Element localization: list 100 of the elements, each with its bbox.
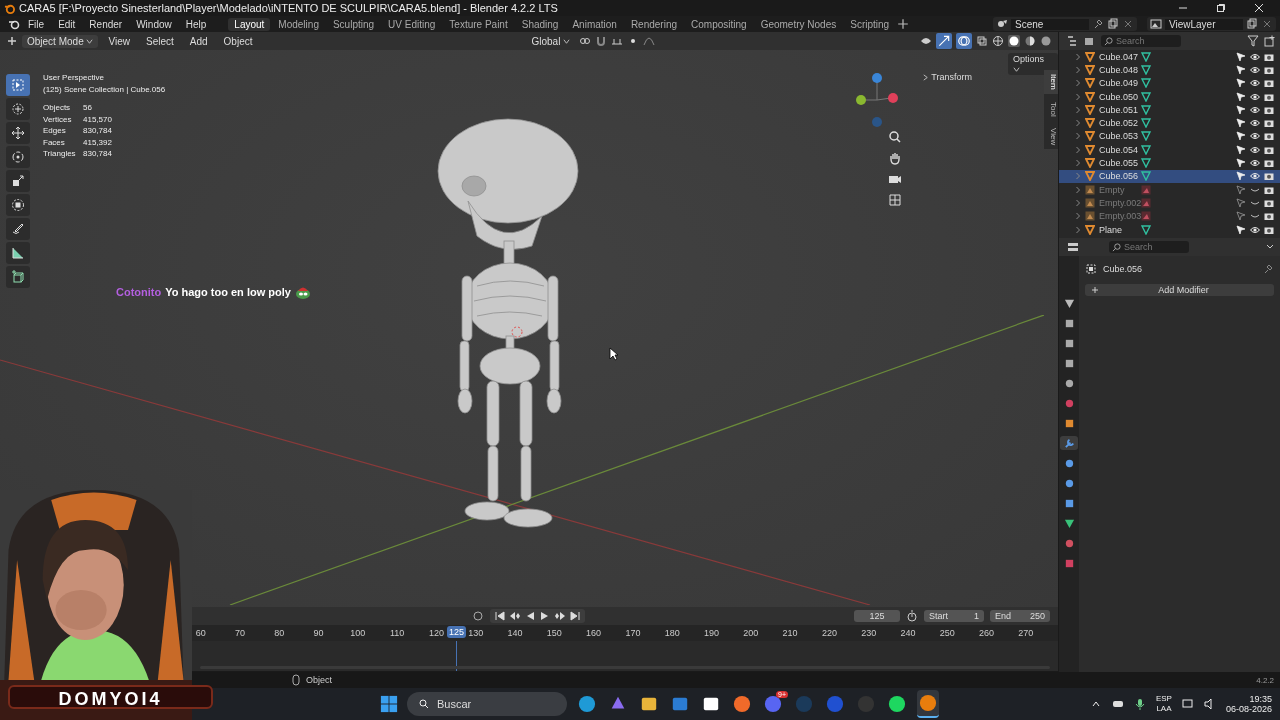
eye-icon[interactable]: [1250, 224, 1260, 235]
workspace-tab[interactable]: Rendering: [624, 17, 684, 31]
camera-icon[interactable]: [1264, 158, 1274, 168]
tool-button[interactable]: [6, 170, 30, 192]
filter-icon[interactable]: [1247, 35, 1259, 47]
workspace-tab[interactable]: Layout: [228, 17, 271, 31]
pin-icon[interactable]: [1092, 18, 1104, 30]
network-icon[interactable]: [1181, 698, 1194, 710]
xray-icon[interactable]: [976, 35, 988, 47]
editor-type-icon[interactable]: [1067, 241, 1079, 253]
eye-icon[interactable]: [1250, 131, 1260, 142]
jump-end-icon[interactable]: [569, 610, 581, 622]
eye-icon[interactable]: [1250, 104, 1260, 115]
menu-item[interactable]: Window: [130, 18, 178, 30]
outliner-row[interactable]: Empty.002: [1059, 196, 1280, 210]
workspace-tab[interactable]: Compositing: [685, 17, 753, 31]
outliner-row[interactable]: Cube.050: [1059, 89, 1280, 104]
material-shading-icon[interactable]: [1024, 35, 1036, 47]
stopwatch-icon[interactable]: [906, 610, 918, 622]
workspace-tab[interactable]: Texture Paint: [443, 17, 514, 31]
image-icon[interactable]: [1150, 18, 1162, 30]
tool-button[interactable]: [6, 98, 30, 120]
playhead-frame[interactable]: 125: [447, 626, 467, 638]
sidebar-tab[interactable]: Item: [1044, 70, 1058, 94]
solid-shading-icon[interactable]: [1008, 35, 1020, 47]
menu-item[interactable]: Edit: [52, 18, 82, 30]
overlay-toggle-icon[interactable]: [956, 33, 972, 49]
eye-icon[interactable]: [1250, 171, 1260, 182]
outliner-row[interactable]: Cube.055: [1059, 156, 1280, 170]
outliner-row[interactable]: Plane: [1059, 222, 1280, 237]
eye-icon[interactable]: [1250, 144, 1260, 155]
outliner-row[interactable]: Cube.048: [1059, 63, 1280, 77]
add-modifier-button[interactable]: Add Modifier: [1085, 284, 1274, 296]
start-icon[interactable]: [380, 695, 398, 713]
rendered-shading-icon[interactable]: [1040, 35, 1052, 47]
outliner-row[interactable]: Empty.003: [1059, 209, 1280, 223]
display-mode-icon[interactable]: [1067, 35, 1079, 47]
eye-icon[interactable]: [1250, 158, 1260, 168]
workspace-tab[interactable]: Sculpting: [326, 17, 381, 31]
copy-icon[interactable]: [1246, 18, 1258, 30]
outliner-row[interactable]: Cube.056: [1059, 169, 1280, 183]
workspace-tab[interactable]: Scripting: [844, 17, 896, 31]
tool-button[interactable]: [6, 218, 30, 240]
prev-keyframe-icon[interactable]: [509, 610, 521, 622]
current-frame-field[interactable]: 125: [854, 610, 900, 622]
options-dropdown[interactable]: Options: [1008, 53, 1058, 75]
pin-icon[interactable]: [1262, 263, 1274, 275]
close-icon[interactable]: [1254, 3, 1264, 13]
workspace-tab[interactable]: Geometry Nodes: [754, 17, 843, 31]
tool-button[interactable]: [6, 122, 30, 144]
workspace-tab[interactable]: Animation: [566, 17, 623, 31]
tool-button[interactable]: [6, 146, 30, 168]
gizmo-toggle-icon[interactable]: [936, 33, 952, 49]
jump-start-icon[interactable]: [494, 610, 506, 622]
axis-gizmo-icon[interactable]: [855, 72, 899, 128]
camera-icon[interactable]: [1264, 131, 1274, 142]
menu-item[interactable]: View: [102, 35, 136, 47]
next-keyframe-icon[interactable]: [554, 610, 566, 622]
camera-icon[interactable]: [1264, 171, 1274, 182]
menu-item[interactable]: Object: [217, 35, 259, 47]
eye-icon[interactable]: [1250, 91, 1260, 102]
microphone-icon[interactable]: [1133, 698, 1146, 710]
properties-tab[interactable]: [1060, 436, 1078, 450]
outliner-row[interactable]: Cube.052: [1059, 116, 1280, 130]
wireframe-shading-icon[interactable]: [992, 35, 1004, 47]
eye-icon[interactable]: [1250, 78, 1260, 89]
workspace-tab[interactable]: UV Editing: [382, 17, 442, 31]
search-field[interactable]: Search: [1101, 35, 1181, 47]
menu-item[interactable]: Render: [83, 18, 129, 30]
restore-icon[interactable]: [1216, 3, 1226, 13]
filter-view-icon[interactable]: [1084, 35, 1096, 47]
editor-type-icon[interactable]: [6, 35, 18, 47]
outliner-row[interactable]: Cube.054: [1059, 143, 1280, 157]
outliner-row[interactable]: Cube.049: [1059, 76, 1280, 90]
blender-menu-icon[interactable]: [8, 18, 20, 30]
outliner-row[interactable]: Empty: [1059, 182, 1280, 197]
add-icon[interactable]: [897, 18, 910, 30]
search-field[interactable]: Search: [1109, 241, 1189, 253]
menu-item[interactable]: File: [22, 18, 51, 30]
tool-button[interactable]: [6, 194, 30, 216]
panel-header[interactable]: Transform: [922, 72, 972, 82]
eye-icon[interactable]: [1250, 118, 1260, 129]
camera-icon[interactable]: [1264, 118, 1274, 129]
workspace-tab[interactable]: Shading: [515, 17, 565, 31]
end-frame-field[interactable]: End 250: [990, 610, 1050, 622]
zoom-icon[interactable]: [888, 130, 902, 144]
tool-button[interactable]: [6, 266, 30, 288]
copy-icon[interactable]: [1107, 18, 1119, 30]
taskbar-search[interactable]: Buscar: [407, 692, 567, 716]
start-frame-field[interactable]: Start 1: [924, 610, 984, 622]
grid-icon[interactable]: [888, 193, 902, 207]
workspace-tab[interactable]: Modeling: [272, 17, 325, 31]
visibility-icon[interactable]: [920, 35, 932, 47]
eye-icon[interactable]: [1250, 51, 1260, 62]
view-layer-field[interactable]: ViewLayer: [1165, 18, 1243, 30]
tool-button[interactable]: [6, 242, 30, 264]
language-indicator[interactable]: ESP LAA: [1155, 694, 1172, 714]
mode-dropdown[interactable]: Object Mode: [22, 34, 99, 48]
outliner-row[interactable]: Cube.051: [1059, 103, 1280, 117]
menu-item[interactable]: Help: [179, 18, 213, 30]
